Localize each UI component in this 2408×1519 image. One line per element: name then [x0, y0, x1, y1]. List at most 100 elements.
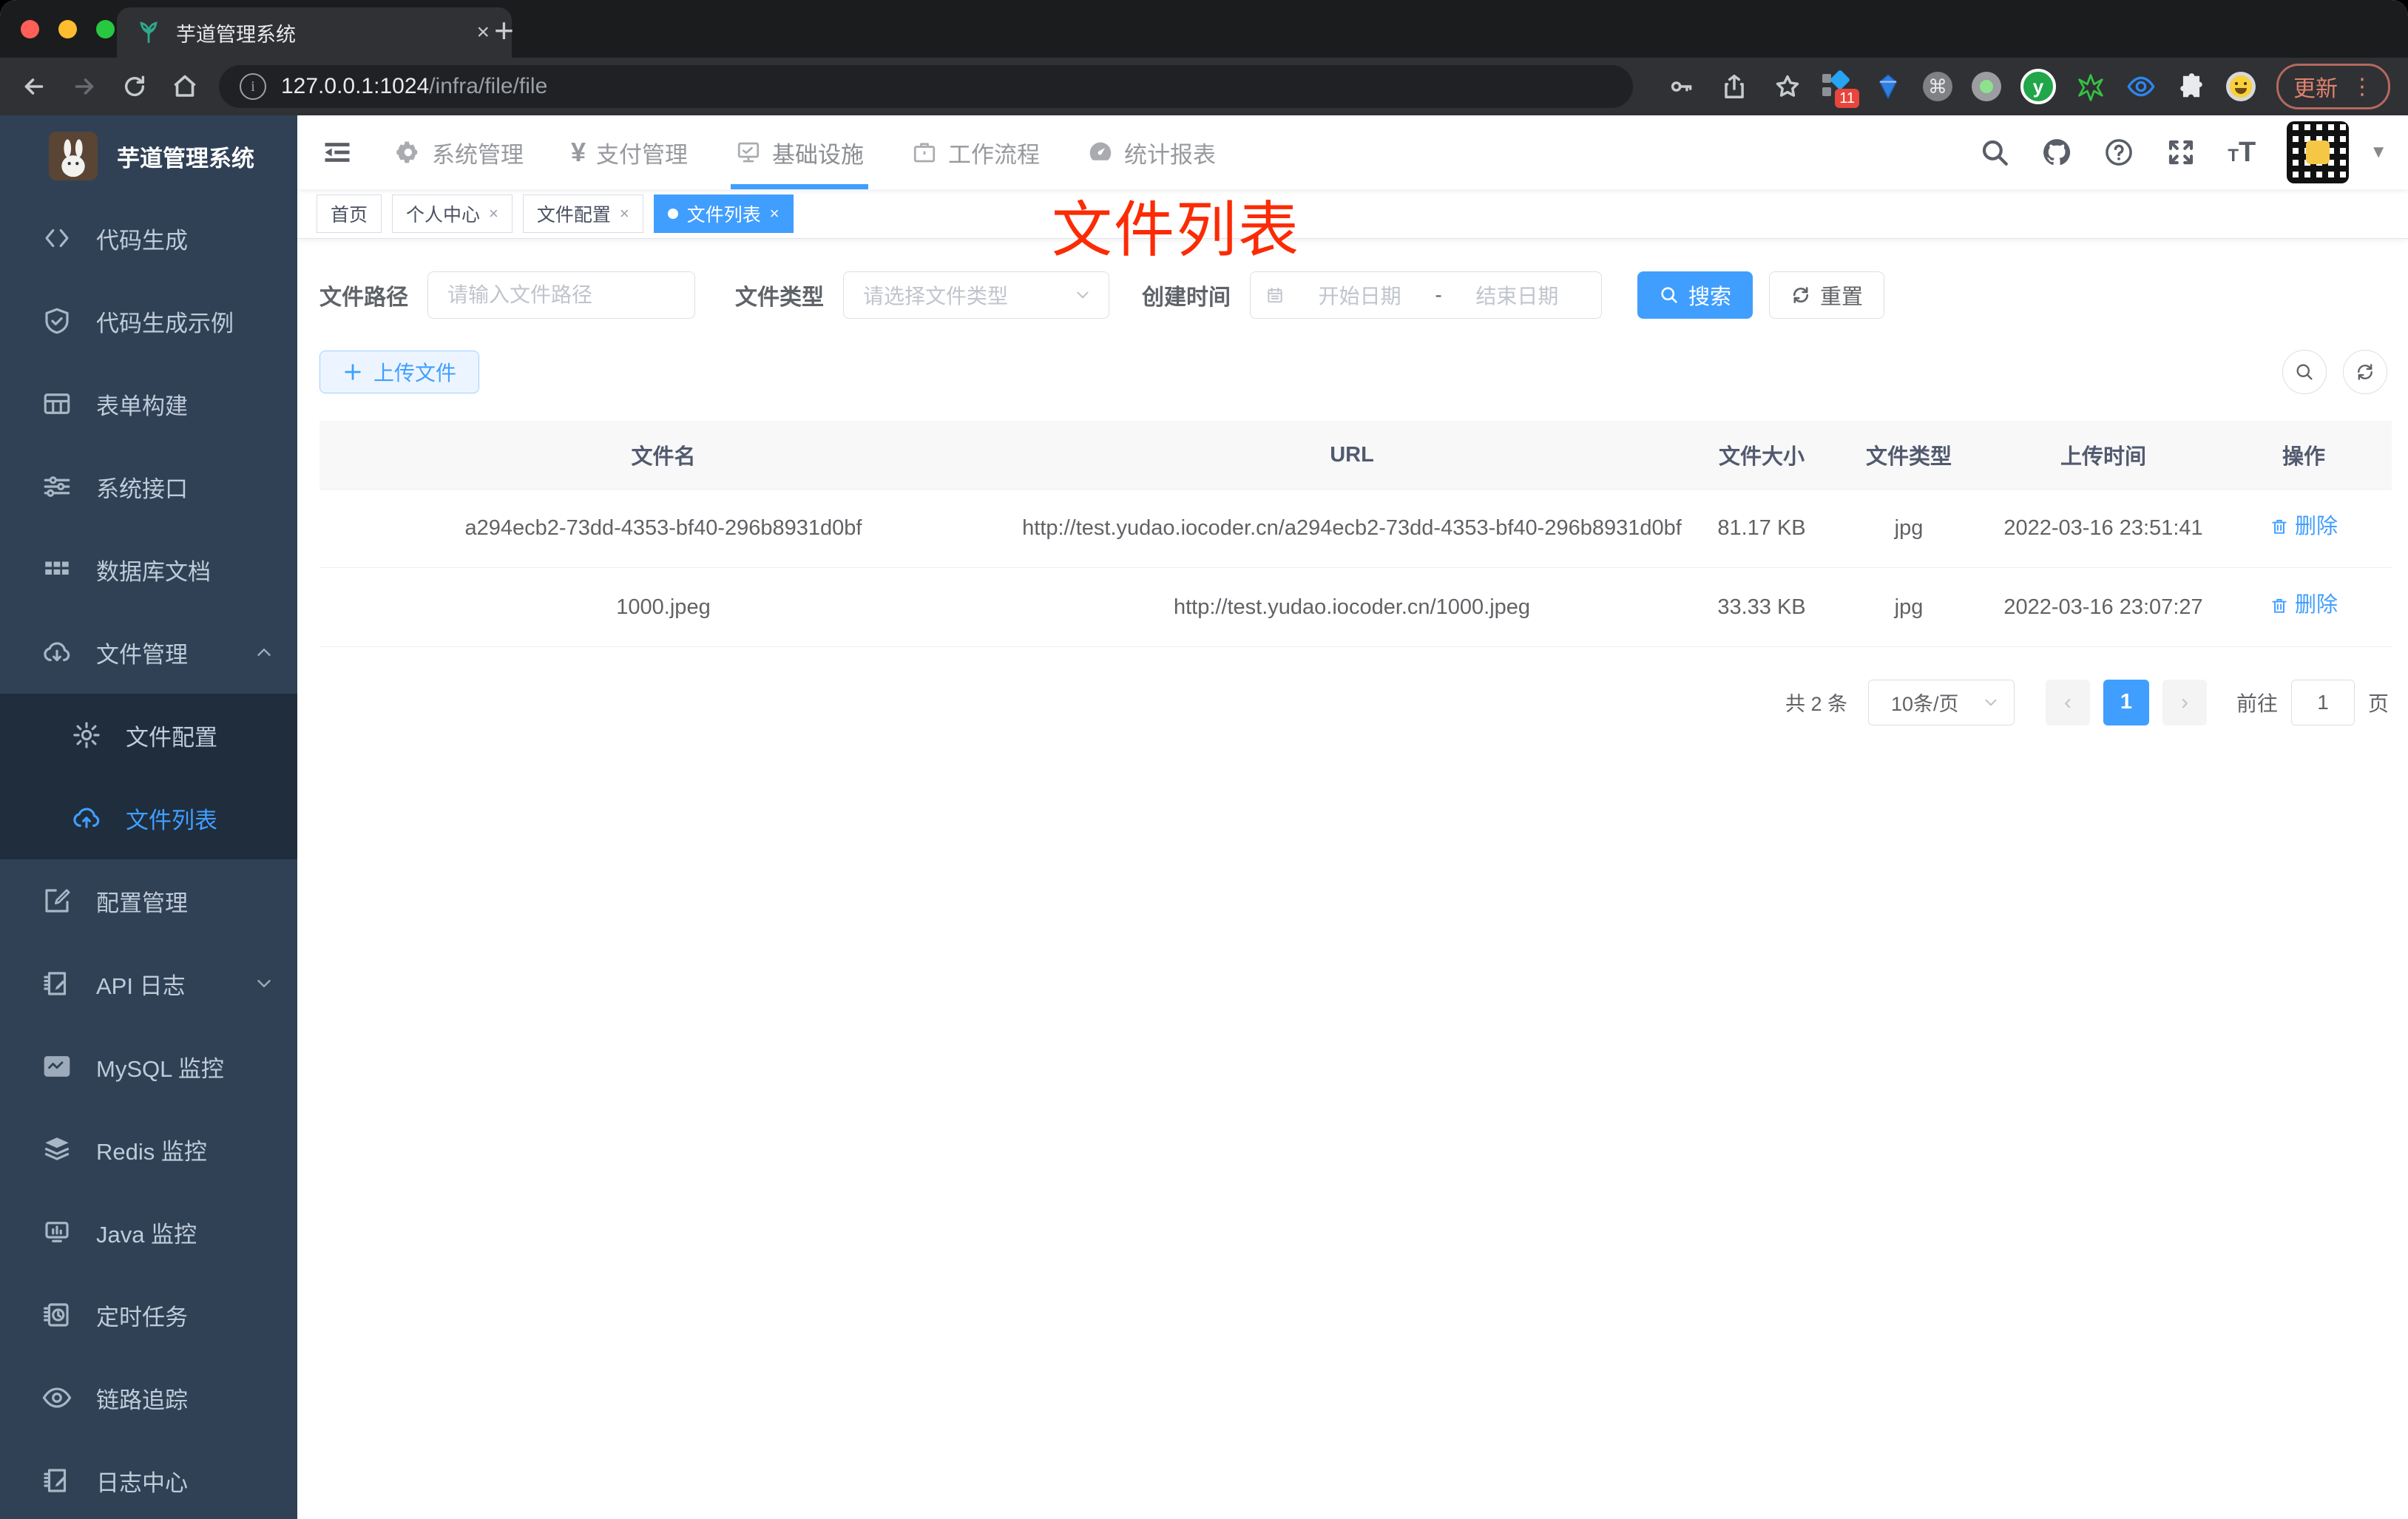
tab-title: 芋道管理系统 — [176, 23, 296, 46]
sidebar-menu: 代码生成 代码生成示例 表单构建 系统接口 数据库文档 文件管理 文件配置 文件… — [0, 197, 297, 1519]
tag-close-icon[interactable]: × — [770, 204, 779, 223]
close-window-button[interactable] — [21, 20, 39, 38]
topnav-payment-management[interactable]: ¥ 支付管理 — [571, 115, 688, 189]
sidebar-item-api-log[interactable]: API 日志 — [0, 942, 297, 1025]
tag-file-config[interactable]: 文件配置 × — [522, 194, 643, 233]
bookmark-star-icon[interactable] — [1773, 72, 1802, 101]
sidebar-item-label: 日志中心 — [96, 1469, 188, 1496]
tag-home[interactable]: 首页 — [317, 194, 382, 233]
share-icon[interactable] — [1720, 72, 1748, 101]
extension-star-icon[interactable] — [2075, 71, 2106, 102]
topnav-reports[interactable]: 统计报表 — [1087, 115, 1216, 189]
gear-icon — [73, 722, 100, 748]
sidebar-item-redis-monitor[interactable]: Redis 监控 — [0, 1108, 297, 1191]
goto-page-input[interactable] — [2290, 679, 2355, 725]
reset-button[interactable]: 重置 — [1769, 271, 1885, 319]
sidebar-item-mysql-monitor[interactable]: MySQL 监控 — [0, 1025, 297, 1108]
sidebar-item-code-demo[interactable]: 代码生成示例 — [0, 280, 297, 362]
extension-gem-icon[interactable] — [1873, 71, 1904, 102]
start-date-placeholder[interactable]: 开始日期 — [1291, 280, 1429, 310]
extensions-puzzle-icon[interactable] — [2176, 71, 2207, 102]
help-icon[interactable] — [2103, 137, 2134, 168]
site-info-icon[interactable]: i — [240, 73, 266, 100]
fullscreen-icon[interactable] — [2165, 137, 2196, 168]
file-type-select[interactable]: 请选择文件类型 — [843, 271, 1109, 319]
sidebar-collapse-icon[interactable] — [321, 136, 354, 169]
sidebar-item-file-config[interactable]: 文件配置 — [0, 694, 297, 777]
search-icon — [2296, 364, 2313, 380]
password-key-icon[interactable] — [1667, 72, 1695, 101]
new-tab-button[interactable]: + — [494, 10, 514, 50]
sidebar-item-label: Java 监控 — [96, 1221, 197, 1248]
date-range-picker[interactable]: 开始日期 - 结束日期 — [1250, 271, 1602, 319]
tag-file-list[interactable]: 文件列表 × — [653, 194, 794, 233]
extension-recorder-icon[interactable] — [1972, 72, 2001, 101]
red-annotation-text: 文件列表 — [1052, 197, 1301, 264]
file-path-input[interactable] — [427, 271, 695, 319]
sidebar-item-config-management[interactable]: 配置管理 — [0, 859, 297, 942]
app-logo-row[interactable]: 芋道管理系统 — [0, 115, 297, 197]
tag-close-icon[interactable]: × — [489, 204, 498, 223]
extension-badge: 11 — [1835, 89, 1859, 108]
sidebar-item-system-api[interactable]: 系统接口 — [0, 445, 297, 528]
sidebar-item-log-center[interactable]: 日志中心 — [0, 1439, 297, 1519]
current-page-button[interactable]: 1 — [2103, 679, 2149, 725]
sidebar-item-scheduled-tasks[interactable]: 定时任务 — [0, 1273, 297, 1356]
browser-update-button[interactable]: 更新 ⋮ — [2276, 64, 2390, 109]
prev-page-button[interactable]: ‹ — [2045, 679, 2090, 725]
sidebar-item-file-management[interactable]: 文件管理 — [0, 611, 297, 694]
search-button[interactable]: 搜索 — [1637, 271, 1753, 319]
sidebar-item-db-doc[interactable]: 数据库文档 — [0, 528, 297, 611]
table-toolbar: 上传文件 — [319, 350, 2390, 394]
extension-emoji-icon[interactable] — [2226, 72, 2256, 101]
table-tool-icons — [2282, 350, 2387, 394]
extension-y-icon[interactable]: y — [2020, 69, 2056, 104]
home-button[interactable] — [169, 70, 201, 103]
refresh-table-button[interactable] — [2343, 350, 2387, 394]
topnav-infrastructure[interactable]: 基础设施 — [731, 115, 869, 189]
github-icon[interactable] — [2041, 137, 2072, 168]
col-actions: 操作 — [2216, 421, 2392, 490]
page-size-select[interactable]: 10条/页 — [1867, 679, 2015, 725]
tag-profile[interactable]: 个人中心 × — [392, 194, 513, 233]
browser-tab[interactable]: 芋道管理系统 × — [117, 7, 512, 58]
back-button[interactable] — [18, 70, 50, 103]
zoom-window-button[interactable] — [96, 20, 115, 38]
forward-button[interactable] — [68, 70, 101, 103]
upload-file-button[interactable]: 上传文件 — [319, 351, 480, 393]
sidebar-item-file-list[interactable]: 文件列表 — [0, 777, 297, 859]
file-type-placeholder: 请选择文件类型 — [863, 285, 1009, 308]
address-bar[interactable]: i 127.0.0.1:1024/infra/file/file — [219, 65, 1633, 108]
minimize-window-button[interactable] — [58, 20, 77, 38]
avatar-caret-icon[interactable]: ▼ — [2370, 142, 2387, 163]
reload-button[interactable] — [118, 70, 151, 103]
delete-label: 删除 — [2294, 515, 2338, 538]
site-favicon-icon — [140, 21, 158, 44]
toggle-search-button[interactable] — [2282, 350, 2327, 394]
end-date-placeholder[interactable]: 结束日期 — [1448, 280, 1586, 310]
sidebar-item-code-gen[interactable]: 代码生成 — [0, 197, 297, 280]
sidebar-item-tracing[interactable]: 链路追踪 — [0, 1356, 297, 1439]
filter-form: 文件路径 文件类型 请选择文件类型 创建时间 开始日期 - 结束日期 搜索 重置 — [319, 271, 2390, 319]
topnav-workflow[interactable]: 工作流程 — [911, 115, 1040, 189]
font-size-icon[interactable]: TT — [2228, 137, 2256, 169]
tag-close-icon[interactable]: × — [620, 204, 629, 223]
eye-icon — [42, 1387, 72, 1408]
extension-pin-icon[interactable]: 11 — [1822, 69, 1859, 108]
delete-button[interactable]: 删除 — [2270, 510, 2338, 544]
header-search-icon[interactable] — [1979, 137, 2010, 168]
monitor-check-icon — [737, 142, 760, 163]
page-size-value: 10条/页 — [1890, 693, 1959, 716]
topnav-system-management[interactable]: 系统管理 — [395, 115, 524, 189]
user-avatar[interactable] — [2287, 121, 2350, 183]
tab-close-icon[interactable]: × — [473, 18, 493, 47]
delete-button[interactable]: 删除 — [2270, 589, 2338, 622]
sidebar-item-form-builder[interactable]: 表单构建 — [0, 362, 297, 445]
extension-eye-icon[interactable] — [2125, 71, 2157, 102]
sidebar-item-label: 数据库文档 — [96, 558, 211, 585]
cell-url: http://test.yudao.iocoder.cn/a294ecb2-73… — [1007, 489, 1697, 569]
extension-command-icon[interactable]: ⌘ — [1923, 72, 1952, 101]
next-page-button[interactable]: › — [2162, 679, 2207, 725]
browser-menu-icon[interactable]: ⋮ — [2351, 75, 2373, 98]
sidebar-item-java-monitor[interactable]: Java 监控 — [0, 1191, 297, 1273]
